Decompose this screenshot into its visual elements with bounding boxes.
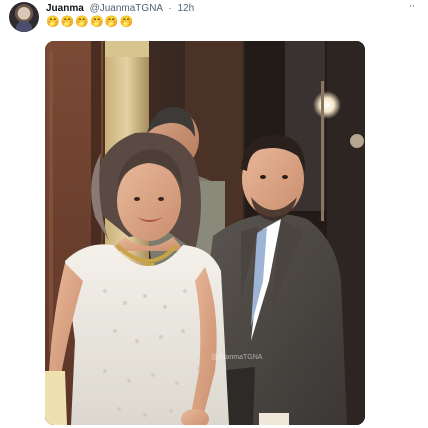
photo-watermark: @JuanmaTGNA	[211, 354, 263, 361]
separator-dot: ·	[168, 3, 172, 14]
more-options-icon[interactable]: ··	[409, 0, 415, 12]
timestamp[interactable]: 12h	[177, 3, 194, 14]
tweet-header: Juanma @JuanmaTGNA · 12h	[46, 3, 194, 15]
photo-image: @JuanmaTGNA	[45, 41, 365, 425]
avatar[interactable]	[9, 2, 39, 32]
tweet: Juanma @JuanmaTGNA · 12h ·· 🤭🤭🤭🤭🤭🤭 @Juan…	[0, 0, 428, 428]
user-handle[interactable]: @JuanmaTGNA	[90, 3, 163, 14]
tweet-photo[interactable]: @JuanmaTGNA	[45, 41, 365, 425]
display-name[interactable]: Juanma	[46, 3, 84, 14]
tweet-text: 🤭🤭🤭🤭🤭🤭	[46, 16, 135, 28]
